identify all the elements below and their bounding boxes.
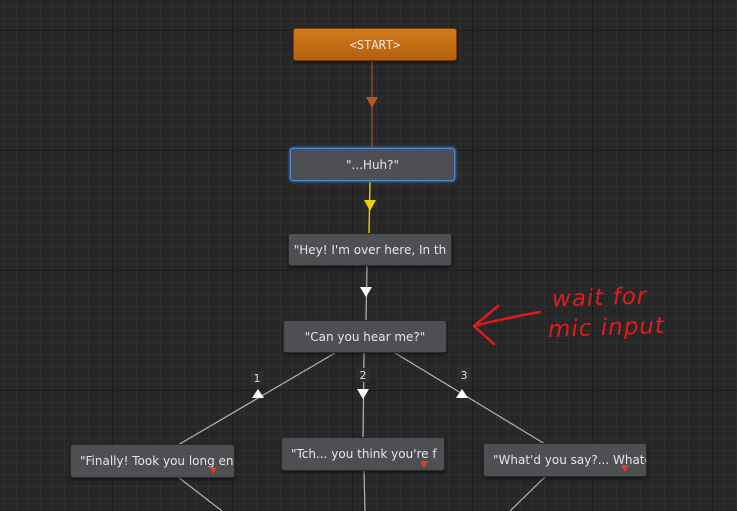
red-marker-icon — [621, 465, 629, 472]
dialogue-node-can-you-hear[interactable]: "Can you hear me?" — [283, 320, 447, 353]
arrow-choice-3 — [456, 389, 468, 398]
arrow-hey-to-hear — [360, 287, 372, 297]
annotation-arrow — [472, 304, 542, 346]
connection-out-1 — [177, 476, 223, 511]
connection-choice-1 — [177, 352, 336, 446]
red-marker-icon — [420, 461, 428, 468]
connection-out-3 — [509, 475, 547, 511]
annotation-line-2: mic input — [547, 312, 666, 344]
choice-label-2: 2 — [356, 368, 370, 382]
dialogue-node-huh[interactable]: "...Huh?" — [290, 148, 455, 181]
connection-choice-3 — [394, 352, 546, 445]
dialogue-node-hey[interactable]: "Hey! I'm over here, In th — [288, 233, 452, 266]
red-marker-icon — [209, 467, 217, 474]
start-node[interactable]: <START> — [293, 28, 457, 61]
arrow-huh-to-hey — [364, 200, 376, 211]
node-text: "Tch... you think you're f — [291, 447, 437, 461]
node-text: "Finally! Took you long en — [80, 454, 234, 468]
choice-label-1: 1 — [250, 371, 264, 385]
annotation-line-1: wait for — [551, 283, 648, 313]
arrow-choice-2 — [357, 389, 369, 399]
connection-out-2 — [363, 470, 366, 511]
arrow-start-to-huh — [366, 97, 378, 108]
choice-label-3: 3 — [457, 368, 471, 382]
arrow-choice-1 — [252, 389, 264, 398]
